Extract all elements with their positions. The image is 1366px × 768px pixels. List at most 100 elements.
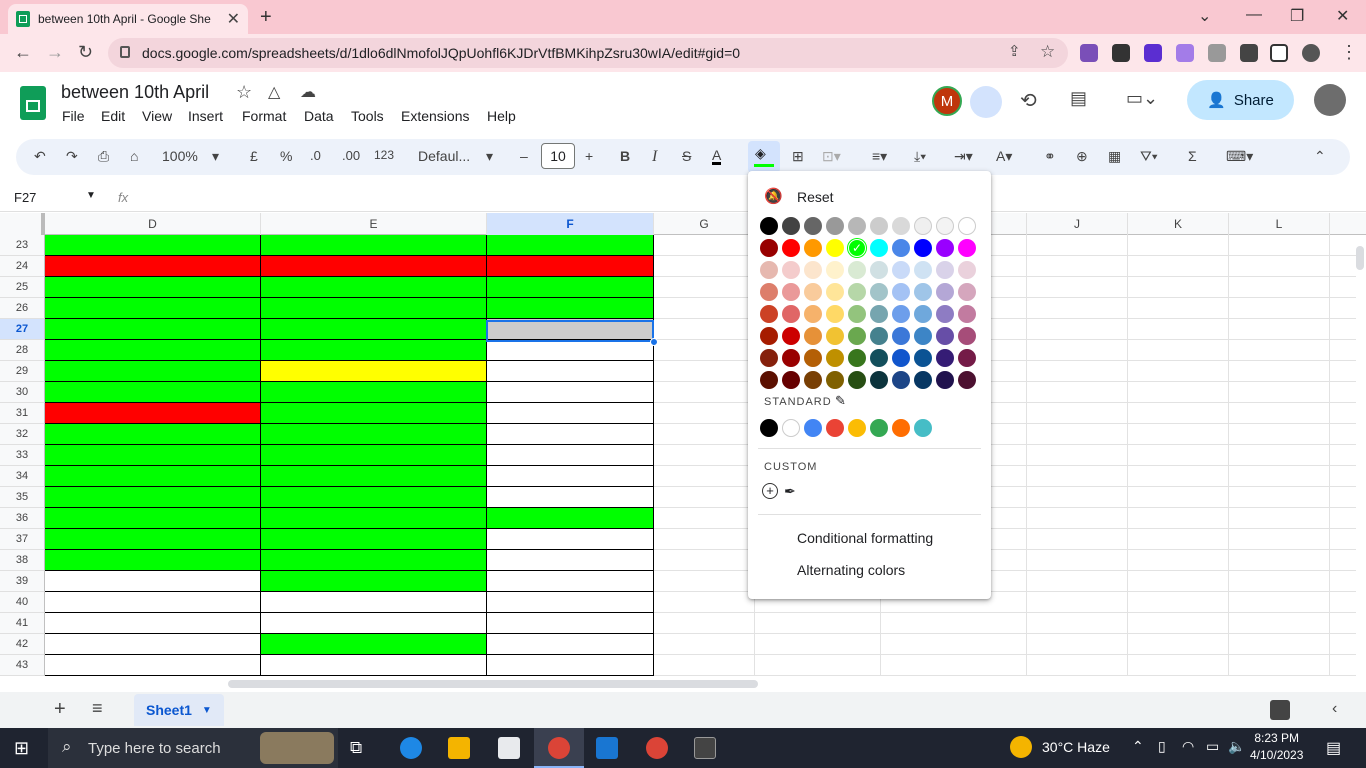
empty-cell[interactable]	[1027, 550, 1128, 571]
add-sheet-icon[interactable]: +	[54, 698, 66, 721]
back-icon[interactable]: ←	[14, 42, 32, 63]
extensions-puzzle-icon[interactable]	[1240, 44, 1258, 62]
empty-cell[interactable]	[1229, 550, 1330, 571]
empty-cell[interactable]	[1027, 529, 1128, 550]
cloud-status-icon[interactable]: ☁	[300, 82, 316, 102]
extension-pen-icon[interactable]	[1080, 44, 1098, 62]
menu-view[interactable]: View	[142, 108, 172, 124]
empty-cell[interactable]	[654, 445, 755, 466]
empty-cell[interactable]	[1027, 571, 1128, 592]
collapse-side-panel-icon[interactable]: ‹	[1332, 700, 1337, 718]
weather-icon[interactable]	[1010, 736, 1032, 758]
cell-d23[interactable]	[45, 235, 261, 256]
cell-f31[interactable]	[487, 403, 654, 424]
empty-cell[interactable]	[1027, 382, 1128, 403]
empty-cell[interactable]	[654, 592, 755, 613]
text-color-button[interactable]: A	[712, 148, 722, 165]
show-hidden-icons-icon[interactable]: ⌃	[1132, 738, 1144, 755]
new-tab-icon[interactable]: +	[260, 6, 272, 29]
color-swatch[interactable]	[804, 305, 822, 323]
color-swatch[interactable]	[782, 305, 800, 323]
empty-cell[interactable]	[1128, 445, 1229, 466]
windows-start-icon[interactable]: ⊞	[14, 738, 29, 759]
standard-color-swatch[interactable]	[782, 419, 800, 437]
color-swatch[interactable]	[892, 261, 910, 279]
empty-cell[interactable]	[1330, 613, 1356, 634]
row-header[interactable]: 36	[0, 508, 45, 529]
cell-d39[interactable]	[45, 571, 261, 592]
empty-cell[interactable]	[654, 655, 755, 676]
cell-f40[interactable]	[487, 592, 654, 613]
cell-f27[interactable]	[487, 319, 654, 340]
menu-file[interactable]: File	[62, 108, 85, 124]
cell-e24[interactable]	[261, 256, 487, 277]
empty-cell[interactable]	[1330, 592, 1356, 613]
more-formats-button[interactable]: 123	[374, 148, 394, 162]
eyedropper-icon[interactable]: ✒	[784, 483, 796, 500]
empty-cell[interactable]	[1027, 634, 1128, 655]
redo-icon[interactable]: ↷	[66, 148, 78, 165]
color-swatch[interactable]	[760, 349, 778, 367]
insert-comment-icon[interactable]: ⊕	[1076, 148, 1088, 165]
merge-cells-icon[interactable]: ⊡▾	[822, 148, 841, 165]
restore-icon[interactable]: ❐	[1290, 6, 1304, 26]
cell-e43[interactable]	[261, 655, 487, 676]
extension-paw-icon[interactable]	[1112, 44, 1130, 62]
color-swatch[interactable]	[826, 371, 844, 389]
zoom-chevron-icon[interactable]: ▾	[212, 148, 219, 165]
cell-f34[interactable]	[487, 466, 654, 487]
empty-cell[interactable]	[1330, 277, 1356, 298]
cell-f38[interactable]	[487, 550, 654, 571]
row-header[interactable]: 37	[0, 529, 45, 550]
empty-cell[interactable]	[654, 634, 755, 655]
color-swatch[interactable]	[782, 217, 800, 235]
row-header[interactable]: 28	[0, 340, 45, 361]
bookmark-star-icon[interactable]: ☆	[1040, 42, 1055, 62]
cell-grid[interactable]: 23 24 25 26 27 28 29 30 31 32 33 34 35 36 37 38 39 40 41 42…	[0, 235, 1356, 677]
cell-f32[interactable]	[487, 424, 654, 445]
cell-e35[interactable]	[261, 487, 487, 508]
cell-f29[interactable]	[487, 361, 654, 382]
color-swatch[interactable]: ✓	[848, 239, 866, 257]
empty-cell[interactable]	[654, 319, 755, 340]
color-swatch[interactable]	[936, 217, 954, 235]
color-swatch[interactable]	[870, 327, 888, 345]
font-size-input[interactable]: 10	[541, 143, 575, 169]
font-size-increase-button[interactable]: +	[585, 148, 593, 164]
cell-e39[interactable]	[261, 571, 487, 592]
empty-cell[interactable]	[1229, 592, 1330, 613]
column-header-k[interactable]: K	[1128, 213, 1229, 235]
cell-d38[interactable]	[45, 550, 261, 571]
standard-color-swatch[interactable]	[870, 419, 888, 437]
empty-cell[interactable]	[1229, 466, 1330, 487]
cell-d36[interactable]	[45, 508, 261, 529]
cell-e27[interactable]	[261, 319, 487, 340]
empty-cell[interactable]	[1027, 256, 1128, 277]
url-input[interactable]: docs.google.com/spreadsheets/d/1dlo6dlNm…	[108, 38, 1068, 68]
color-swatch[interactable]	[804, 371, 822, 389]
empty-cell[interactable]	[755, 634, 881, 655]
empty-cell[interactable]	[1229, 508, 1330, 529]
decrease-decimal-button[interactable]: .0	[310, 148, 321, 163]
color-swatch[interactable]	[936, 283, 954, 301]
empty-cell[interactable]	[1229, 256, 1330, 277]
cell-d30[interactable]	[45, 382, 261, 403]
reset-color-button[interactable]: Reset	[797, 189, 834, 205]
color-swatch[interactable]	[892, 327, 910, 345]
cell-e25[interactable]	[261, 277, 487, 298]
color-swatch[interactable]	[892, 349, 910, 367]
browser-tab[interactable]: between 10th April - Google She ✕	[8, 4, 248, 34]
cell-d29[interactable]	[45, 361, 261, 382]
empty-cell[interactable]	[1027, 298, 1128, 319]
color-swatch[interactable]	[782, 371, 800, 389]
empty-cell[interactable]	[654, 613, 755, 634]
empty-cell[interactable]	[654, 340, 755, 361]
color-swatch[interactable]	[958, 349, 976, 367]
file-explorer-icon[interactable]	[448, 737, 470, 759]
cell-f30[interactable]	[487, 382, 654, 403]
empty-cell[interactable]	[1027, 340, 1128, 361]
empty-cell[interactable]	[1229, 319, 1330, 340]
empty-cell[interactable]	[1229, 235, 1330, 256]
cell-e40[interactable]	[261, 592, 487, 613]
document-title[interactable]: between 10th April	[61, 82, 209, 103]
